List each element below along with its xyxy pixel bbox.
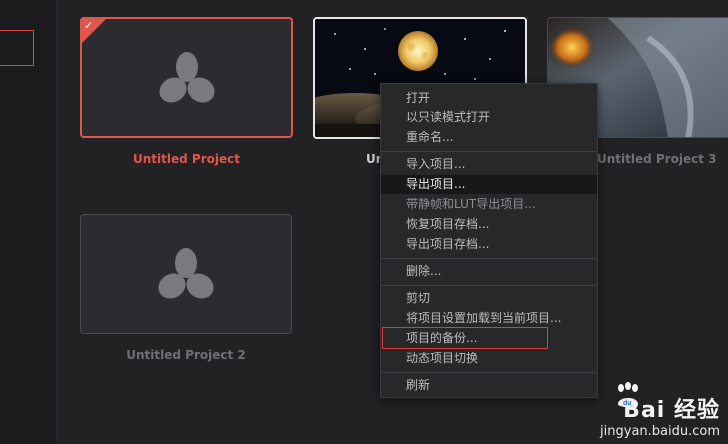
menu-item-cut[interactable]: 剪切 <box>381 289 597 308</box>
davinci-logo-icon <box>158 248 214 299</box>
watermark-url: jingyan.baidu.com <box>600 424 720 439</box>
check-corner-icon: ✓ <box>82 19 106 43</box>
project-thumbnail-1[interactable]: ✓ <box>80 17 293 138</box>
sidebar <box>0 0 57 444</box>
baidu-paw-icon: du <box>618 382 638 407</box>
project-name-3[interactable]: Untitled Project 3 <box>597 152 716 166</box>
menu-separator <box>381 151 597 152</box>
menu-item-export-project[interactable]: 导出项目... <box>381 175 597 194</box>
menu-separator <box>381 285 597 286</box>
menu-separator <box>381 372 597 373</box>
menu-item-dynamic-switch[interactable]: 动态项目切换 <box>381 349 597 368</box>
menu-item-export-archive[interactable]: 导出项目存档... <box>381 235 597 254</box>
menu-item-rename[interactable]: 重命名... <box>381 128 597 147</box>
menu-item-export-with-stills-lut[interactable]: 带静帧和LUT导出项目... <box>381 195 597 214</box>
menu-item-load-settings[interactable]: 将项目设置加载到当前项目... <box>381 309 597 328</box>
context-menu: 打开 以只读模式打开 重命名... 导入项目... 导出项目... 带静帧和LU… <box>380 83 598 398</box>
project-name-4[interactable]: Untitled Project 2 <box>80 348 292 362</box>
project-thumbnail-4[interactable] <box>80 214 292 334</box>
menu-item-open[interactable]: 打开 <box>381 89 597 108</box>
menu-separator <box>381 258 597 259</box>
annotation-highlight-box <box>382 327 548 349</box>
davinci-logo-icon <box>158 51 215 103</box>
menu-item-refresh[interactable]: 刷新 <box>381 376 597 395</box>
watermark-paw-text: du <box>623 400 632 407</box>
project-name-1[interactable]: Untitled Project <box>80 152 293 166</box>
menu-item-delete[interactable]: 删除... <box>381 262 597 281</box>
menu-item-import-project[interactable]: 导入项目... <box>381 155 597 174</box>
menu-item-restore-archive[interactable]: 恢复项目存档... <box>381 215 597 234</box>
sidebar-selection-indicator[interactable] <box>0 30 34 66</box>
menu-item-open-readonly[interactable]: 以只读模式打开 <box>381 108 597 127</box>
